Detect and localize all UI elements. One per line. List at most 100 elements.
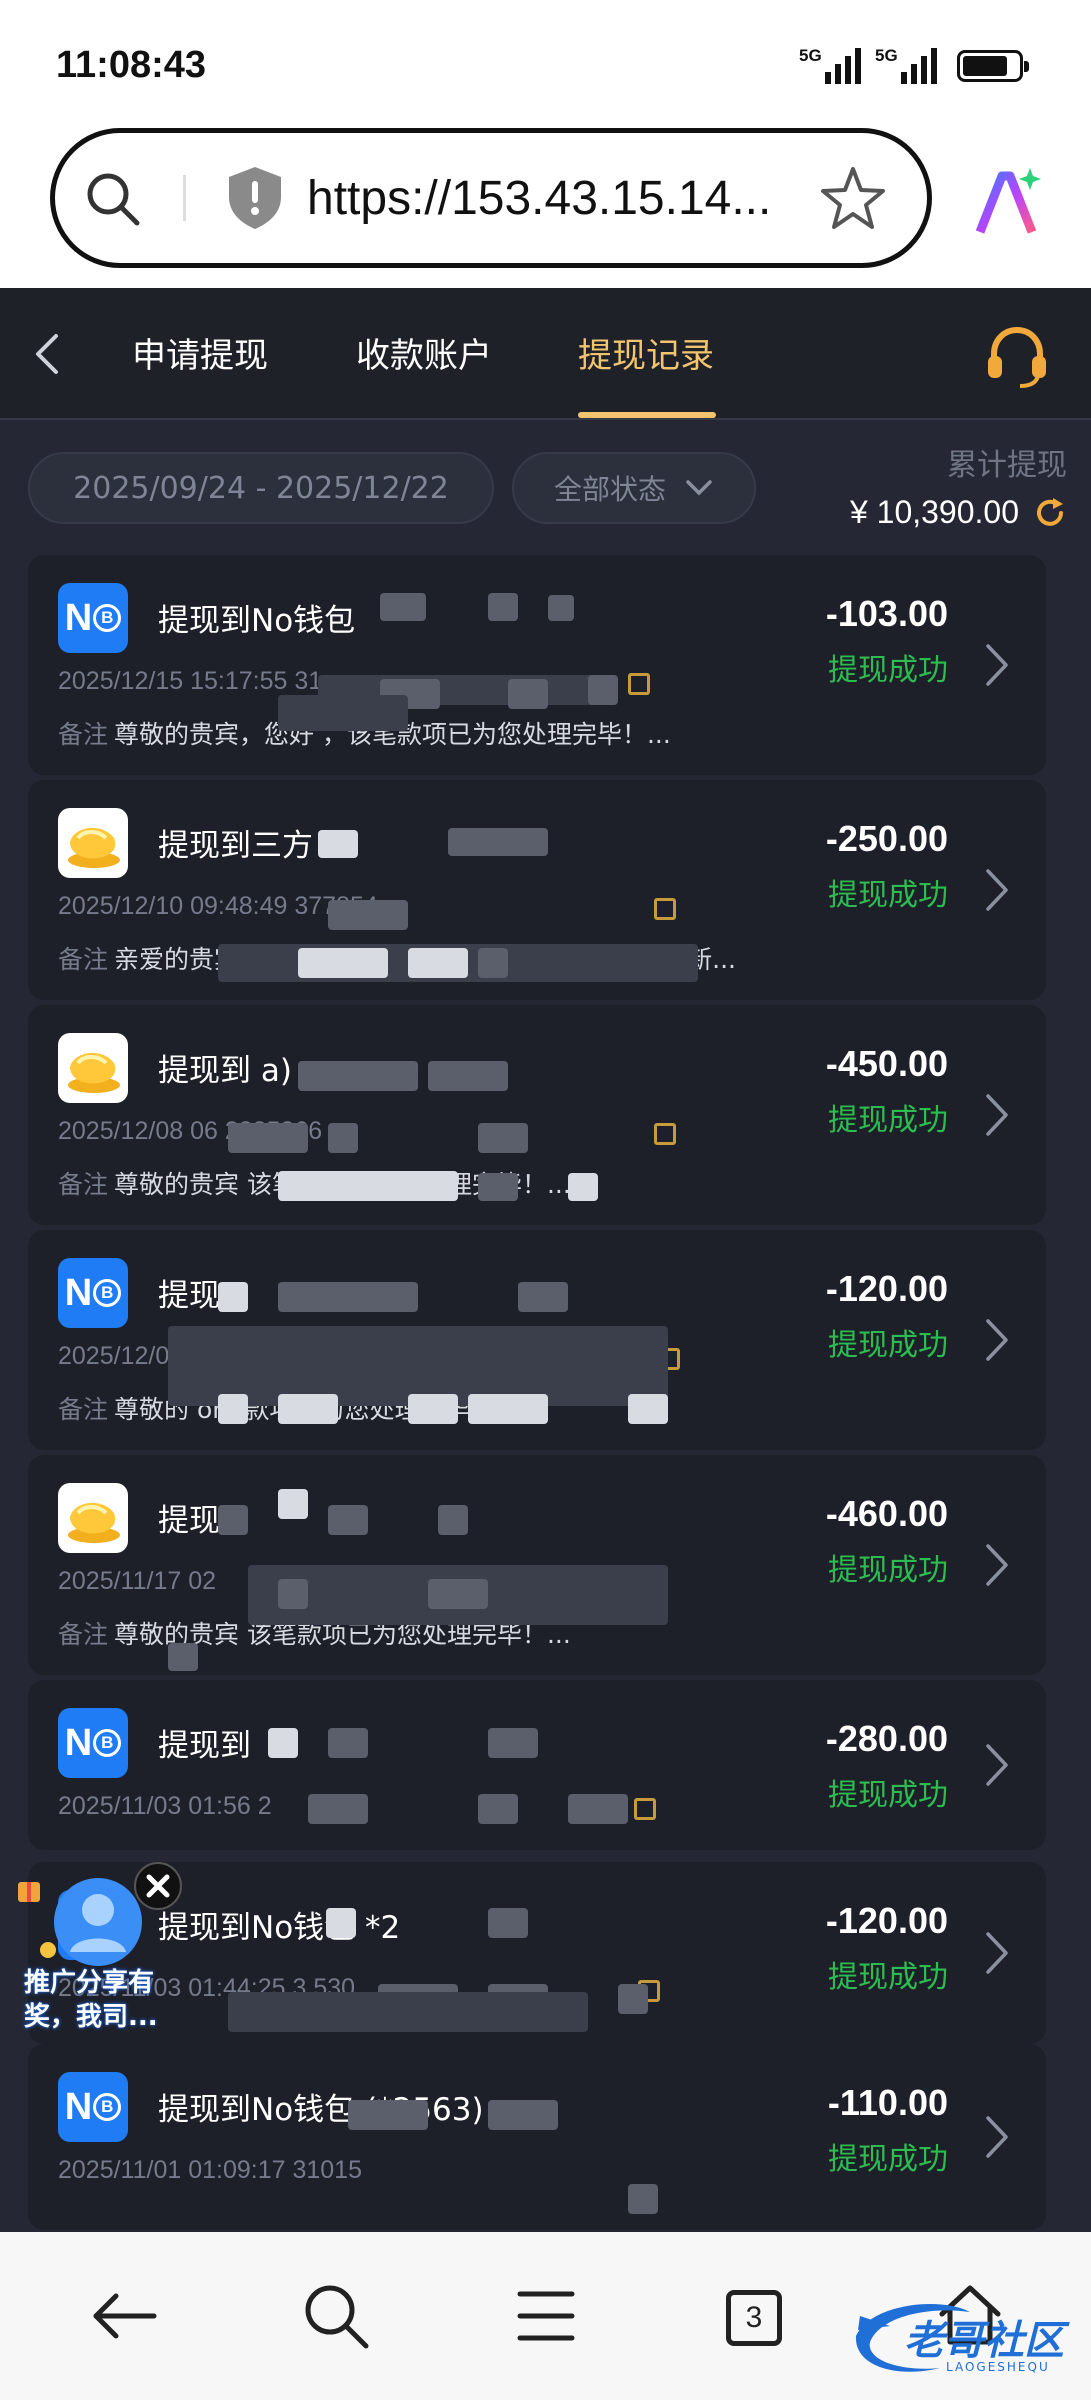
- privacy-mosaic: [488, 1908, 528, 1938]
- back-arrow-icon[interactable]: [28, 328, 68, 380]
- privacy-mosaic: [628, 1394, 668, 1424]
- withdraw-record-card[interactable]: 提现到三方 2025/12/10 09:48:49 377854 备注 亲爱的贵宾，您…: [28, 780, 1046, 1000]
- copy-icon[interactable]: [628, 673, 650, 695]
- privacy-mosaic: [478, 1794, 518, 1824]
- copy-icon[interactable]: [654, 898, 676, 920]
- privacy-mosaic: [318, 830, 358, 858]
- battery-icon: [957, 50, 1029, 82]
- chevron-right-icon[interactable]: [984, 2114, 1010, 2160]
- record-status-badge: 提现成功: [828, 1328, 948, 1363]
- tab-apply-withdraw[interactable]: 申请提现: [132, 328, 268, 377]
- withdraw-record-card[interactable]: 提现到 a)2025/12/08 06 2885366备注尊敬的贵宾 该笔款项已…: [28, 1005, 1046, 1225]
- privacy-mosaic: [378, 1282, 418, 1312]
- chevron-right-icon[interactable]: [984, 867, 1010, 913]
- privacy-mosaic: [588, 675, 618, 705]
- privacy-mosaic: [488, 593, 518, 621]
- close-icon: [146, 1874, 170, 1898]
- status-icons: 5G 5G: [799, 46, 1029, 86]
- nb-wallet-icon: NB: [58, 2072, 128, 2142]
- privacy-mosaic: [328, 1728, 368, 1758]
- tabs-count-button[interactable]: 3: [726, 2290, 782, 2346]
- privacy-mosaic: [428, 1061, 508, 1091]
- record-title: 提现到 a): [158, 1053, 292, 1089]
- url-text[interactable]: https://153.43.15.14...: [307, 171, 771, 226]
- record-note-label: 备注: [58, 1170, 109, 1199]
- nb-wallet-icon: NB: [58, 1708, 128, 1778]
- search-icon[interactable]: [83, 169, 143, 229]
- chevron-right-icon[interactable]: [984, 1542, 1010, 1588]
- menu-icon[interactable]: [510, 2280, 582, 2352]
- watermark-logo: 老哥社区 LAOGESHEQU: [850, 2296, 1086, 2386]
- privacy-mosaic: [380, 593, 426, 621]
- tab-payee-account[interactable]: 收款账户: [356, 328, 492, 377]
- browser-address-area: https://153.43.15.14...: [0, 118, 1091, 288]
- record-note-label: 备注: [58, 945, 109, 974]
- privacy-mosaic: [488, 2100, 558, 2130]
- privacy-mosaic: [618, 1984, 648, 2014]
- chevron-right-icon[interactable]: [984, 1742, 1010, 1788]
- chevron-right-icon[interactable]: [984, 642, 1010, 688]
- back-icon[interactable]: [88, 2280, 160, 2352]
- address-bar[interactable]: https://153.43.15.14...: [50, 128, 932, 268]
- privacy-mosaic: [218, 1505, 248, 1535]
- chevron-right-icon[interactable]: [984, 1317, 1010, 1363]
- privacy-mosaic: [328, 1173, 398, 1201]
- privacy-mosaic: [326, 1908, 356, 1938]
- withdraw-record-card[interactable]: N B 提现到No钱包 2025/12/15 15:17:55 31 备注 尊敬的贵宾，您…: [28, 555, 1046, 775]
- privacy-mosaic: [478, 948, 508, 978]
- privacy-mosaic: [508, 679, 548, 709]
- record-status-badge: 提现成功: [828, 653, 948, 688]
- status-filter-select[interactable]: 全部状态: [512, 452, 756, 524]
- record-amount: -120.00: [825, 1268, 948, 1309]
- privacy-mosaic: [278, 1394, 338, 1424]
- ai-assistant-icon[interactable]: [970, 166, 1042, 238]
- promo-floating-badge[interactable]: 推广分享有 奖，我司...: [14, 1862, 194, 2042]
- privacy-mosaic: [568, 1794, 628, 1824]
- privacy-mosaic: [328, 1123, 358, 1153]
- record-meta: 2025/11/03 01:56 2: [58, 1792, 272, 1820]
- promo-close-button[interactable]: [134, 1862, 182, 1910]
- record-status-badge: 提现成功: [828, 878, 948, 913]
- search-icon[interactable]: [300, 2280, 372, 2352]
- record-status-badge: 提现成功: [828, 1103, 948, 1138]
- gold-coin-icon: [58, 808, 128, 878]
- record-meta: 2025/12/15 15:17:55 31: [58, 667, 323, 695]
- record-status-badge: 提现成功: [828, 1778, 948, 1813]
- signal-5g-icon: 5G: [799, 46, 861, 86]
- chevron-right-icon[interactable]: [984, 1092, 1010, 1138]
- active-tab-indicator: [578, 412, 716, 418]
- record-amount: -450.00: [825, 1043, 948, 1084]
- privacy-mosaic: [408, 1394, 458, 1424]
- record-title: 提现: [158, 1503, 220, 1539]
- status-filter-label: 全部状态: [553, 473, 666, 506]
- star-icon[interactable]: [819, 165, 887, 233]
- withdraw-record-card[interactable]: N B 提现 2025/12/04 523 备注 尊敬的 om 款项已为您处理完毕！...…: [28, 1230, 1046, 1450]
- copy-icon[interactable]: [654, 1123, 676, 1145]
- tab-withdraw-records[interactable]: 提现记录: [578, 328, 714, 377]
- withdraw-record-card[interactable]: N B 提现到 2025/11/03 01:56 2 -280.00 提现成功: [28, 1680, 1046, 1850]
- record-amount: -460.00: [825, 1493, 948, 1534]
- refresh-icon[interactable]: [1033, 496, 1067, 530]
- privacy-mosaic: [298, 948, 388, 978]
- privacy-mosaic: [478, 1173, 518, 1201]
- withdraw-record-card[interactable]: N B 提现到No钱包 (*2563) 2025/11/01 01:09:17 310…: [28, 2044, 1046, 2230]
- privacy-mosaic: [278, 1489, 308, 1519]
- gold-coin-icon: [58, 1033, 128, 1103]
- record-title: 提现: [158, 1278, 220, 1314]
- divider: [183, 175, 186, 221]
- copy-icon[interactable]: [634, 1798, 656, 1820]
- privacy-mosaic: [298, 1061, 418, 1091]
- record-note-label: 备注: [58, 720, 109, 749]
- gold-coin-icon: [58, 1483, 128, 1553]
- shield-icon[interactable]: [225, 165, 285, 231]
- customer-service-headset-icon[interactable]: [984, 324, 1050, 388]
- nb-wallet-icon: NB: [58, 1258, 128, 1328]
- privacy-mosaic: [448, 828, 548, 856]
- record-title: 提现到No钱包 *2: [158, 1910, 401, 1946]
- date-range-picker[interactable]: 2025/09/24 - 2025/12/22: [28, 452, 494, 524]
- promo-text: 推广分享有 奖，我司...: [24, 1968, 158, 2032]
- chevron-right-icon[interactable]: [984, 1930, 1010, 1976]
- record-note-label: 备注: [58, 1395, 109, 1424]
- withdraw-record-card[interactable]: 提现 2025/11/17 02 备注 尊敬的贵宾 该笔款项已为您处理完毕！... -4…: [28, 1455, 1046, 1675]
- record-amount: -280.00: [825, 1718, 948, 1759]
